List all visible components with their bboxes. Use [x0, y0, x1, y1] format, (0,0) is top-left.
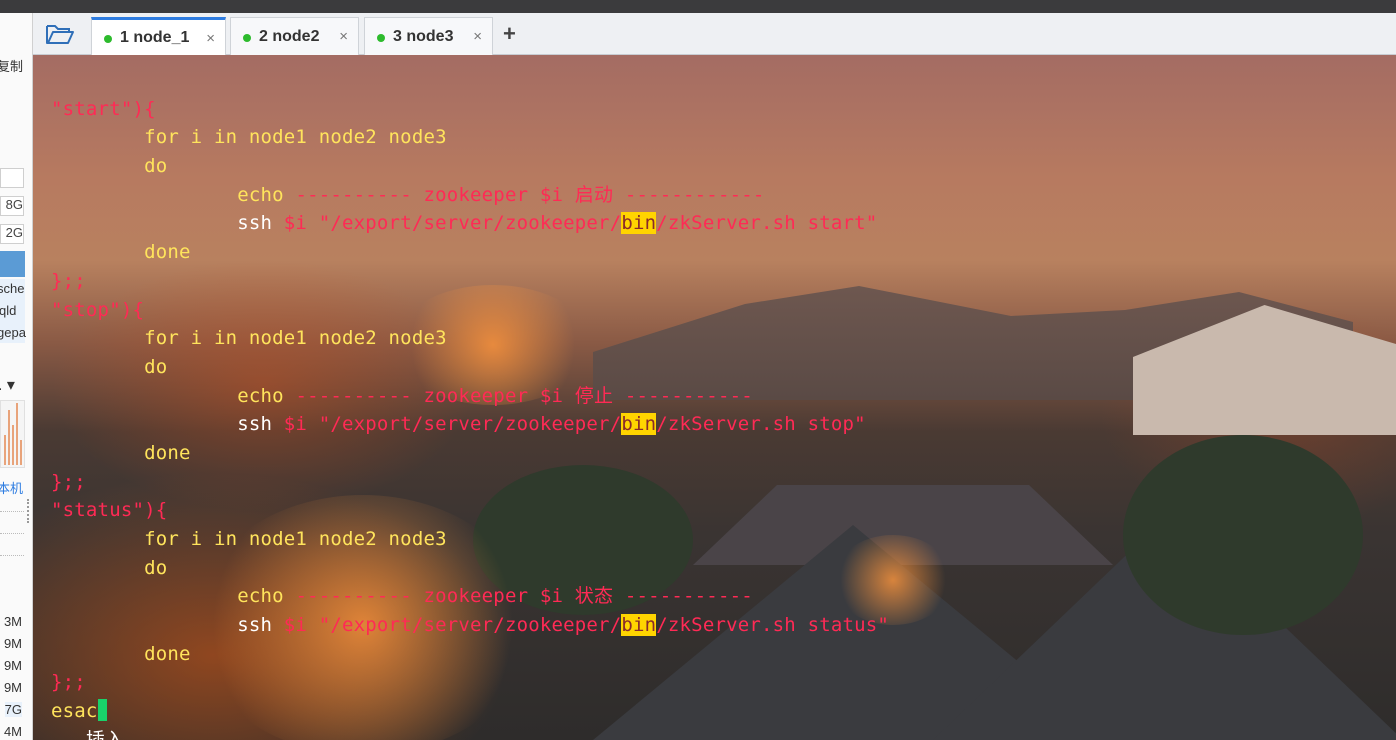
- panel-dropdown[interactable]: . ▾: [0, 375, 15, 395]
- tab-node2[interactable]: 2 node2 ×: [230, 17, 359, 55]
- connected-status-icon: [243, 33, 251, 42]
- window-top-strip: [0, 0, 1396, 13]
- echo-text: ------------: [624, 183, 765, 206]
- panel-mini-chart: [0, 400, 25, 468]
- echo-keyword: echo: [237, 585, 284, 608]
- panel-size-field: 2G: [0, 224, 24, 244]
- search-highlight: bin: [621, 212, 657, 235]
- size-value: 7G: [4, 702, 22, 717]
- ssh-path: /zkServer.sh status": [656, 614, 890, 637]
- echo-text: ----------: [295, 183, 412, 206]
- ssh-keyword: ssh: [237, 212, 273, 235]
- close-icon[interactable]: ×: [206, 30, 215, 47]
- tab-bar: 1 node_1 × 2 node2 × 3 node3 × +: [33, 13, 1396, 56]
- ssh-path: /zkServer.sh stop": [656, 413, 866, 436]
- tab-node3[interactable]: 3 node3 ×: [364, 17, 493, 55]
- tab-label: 1 node_1: [120, 29, 190, 46]
- tab-node-1[interactable]: 1 node_1 ×: [91, 17, 226, 56]
- text-cursor: [97, 699, 107, 722]
- panel-list-item[interactable]: gepa: [0, 325, 26, 340]
- echo-text: zookeeper $i: [423, 183, 564, 206]
- echo-text: ----------: [295, 384, 412, 407]
- ssh-path: "/export/server/zookeeper/: [318, 614, 622, 637]
- terminal-view[interactable]: "start"){ for i in node1 node2 node3 do …: [33, 55, 1396, 740]
- search-highlight: bin: [621, 413, 657, 436]
- esac-keyword: esac: [51, 700, 98, 723]
- for-loop-line: for i in node1 node2 node3: [144, 126, 447, 149]
- ssh-var: $i: [283, 212, 308, 235]
- case-label: "stop"){: [51, 298, 145, 321]
- ssh-keyword: ssh: [237, 413, 273, 436]
- do-keyword: do: [144, 155, 168, 178]
- vim-mode-indicator: -- 插入 --: [51, 728, 160, 740]
- ssh-path: "/export/server/zookeeper/: [318, 413, 622, 436]
- search-highlight: bin: [621, 614, 657, 637]
- do-keyword: do: [144, 355, 168, 378]
- echo-text: ----------: [295, 585, 412, 608]
- echo-text: -----------: [624, 384, 753, 407]
- connected-status-icon: [104, 35, 112, 43]
- size-value: 9M: [3, 636, 22, 651]
- echo-keyword: echo: [237, 183, 284, 206]
- echo-text: zookeeper $i: [423, 384, 564, 407]
- echo-text: 启动: [574, 183, 614, 206]
- for-loop-line: for i in node1 node2 node3: [144, 327, 447, 350]
- for-loop-line: for i in node1 node2 node3: [144, 528, 447, 551]
- panel-size-field: 8G: [0, 196, 24, 216]
- size-value: 9M: [3, 680, 22, 695]
- terminal-text: "start"){ for i in node1 node2 node3 do …: [51, 66, 889, 740]
- panel-list-item[interactable]: sche: [0, 281, 24, 296]
- panel-selected-row[interactable]: [0, 251, 25, 277]
- background-tree: [1123, 435, 1363, 635]
- case-end: };;: [51, 269, 86, 292]
- folder-open-icon[interactable]: [45, 21, 75, 47]
- done-keyword: done: [144, 441, 191, 464]
- tab-label: 2 node2: [259, 27, 320, 45]
- tab-label: 3 node3: [393, 27, 454, 45]
- connected-status-icon: [377, 33, 385, 42]
- echo-keyword: echo: [237, 384, 284, 407]
- case-end: };;: [51, 470, 86, 493]
- case-label: "status"){: [51, 499, 168, 522]
- do-keyword: do: [144, 556, 168, 579]
- done-keyword: done: [144, 241, 191, 264]
- done-keyword: done: [144, 642, 191, 665]
- panel-input-field[interactable]: [0, 168, 24, 188]
- ssh-keyword: ssh: [237, 614, 273, 637]
- localhost-link[interactable]: 本机: [0, 478, 23, 497]
- panel-resize-handle[interactable]: [27, 499, 30, 523]
- new-tab-button[interactable]: +: [503, 21, 516, 47]
- case-label: "start"){: [51, 97, 156, 120]
- size-value: 4M: [3, 724, 22, 739]
- close-icon[interactable]: ×: [339, 28, 348, 45]
- size-value: 9M: [3, 658, 22, 673]
- ssh-path: "/export/server/zookeeper/: [318, 212, 622, 235]
- size-value: 3M: [3, 614, 22, 629]
- panel-list-item[interactable]: qld: [0, 303, 16, 318]
- copy-label[interactable]: 复制: [0, 56, 23, 75]
- ssh-path: /zkServer.sh start": [656, 212, 878, 235]
- echo-text: 状态: [574, 585, 614, 608]
- left-side-panel: 复制 8G 2G sche qld gepa . ▾ 本机 3M 9M 9M 9…: [0, 13, 33, 740]
- echo-text: zookeeper $i: [423, 585, 564, 608]
- echo-text: -----------: [624, 585, 753, 608]
- ssh-var: $i: [283, 614, 308, 637]
- ssh-var: $i: [283, 413, 308, 436]
- echo-text: 停止: [574, 384, 614, 407]
- case-end: };;: [51, 671, 86, 694]
- close-icon[interactable]: ×: [473, 28, 482, 45]
